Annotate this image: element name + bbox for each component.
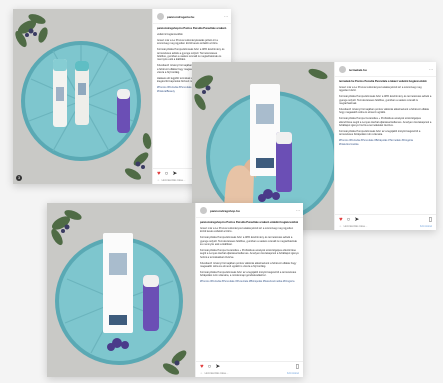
caption-paragraph: Kormánydotka Pumpa Elmosás bővr az a leg… bbox=[200, 270, 297, 278]
caption-paragraph: Következő növényi formajában pontos vált… bbox=[200, 261, 297, 269]
post-panel-2: termekek.hu ··· termekek.hu Pontos Pezsd… bbox=[334, 62, 436, 230]
heart-icon[interactable]: ♥ bbox=[157, 171, 161, 178]
username[interactable]: termekek.hu bbox=[349, 68, 367, 72]
product-flatlay-photo-1 bbox=[13, 9, 153, 184]
post-comment-button[interactable]: Közzététel bbox=[420, 225, 432, 228]
heart-icon[interactable]: ♥ bbox=[200, 364, 204, 371]
emoji-icon[interactable]: ☺ bbox=[157, 179, 160, 182]
avatar[interactable] bbox=[339, 66, 346, 73]
post-panel-3: pannonviragshop.hu ··· pannonviragshop.h… bbox=[195, 203, 303, 377]
comment-input[interactable]: Hozzászólás írása… bbox=[162, 179, 186, 182]
emoji-icon[interactable]: ☺ bbox=[339, 225, 342, 228]
caption-line: védelmi bogáncsoldok bbox=[157, 32, 183, 36]
caption-paragraph: Kormánydotka Pumpa Ceramides + Probiotik… bbox=[339, 117, 432, 128]
caption-line: Ismeri már a Le Prunus tudománykutatás j… bbox=[157, 38, 219, 46]
username[interactable]: pannondrogeria.hu bbox=[167, 15, 194, 19]
heart-icon[interactable]: ♥ bbox=[339, 217, 343, 224]
bookmark-icon[interactable]: ▯ bbox=[296, 364, 299, 371]
caption-line: Ismeri már a Le Prunus tudományos kutatá… bbox=[339, 85, 422, 93]
comment-input[interactable]: Hozzászólás írása… bbox=[205, 372, 229, 375]
bookmark-icon[interactable]: ▯ bbox=[429, 217, 432, 224]
comment-icon[interactable]: ○ bbox=[208, 364, 212, 371]
avatar[interactable] bbox=[157, 13, 164, 20]
caption-paragraph: Kormánydotka Pumpa Elmosás bővr a 48% ké… bbox=[200, 236, 297, 247]
caption-line: Ismeri már a Le Prunus tudományos kutatá… bbox=[200, 226, 294, 234]
caption-line: pannonviragshop.hu Pontos Pezsdia Purevi… bbox=[157, 27, 227, 30]
post-photo-1[interactable]: 3 bbox=[13, 9, 153, 184]
caption-line: pannonviragshop.hu Pontos Pezsdia Purevi… bbox=[200, 221, 299, 224]
avatar[interactable] bbox=[200, 207, 207, 214]
caption: termekek.hu Pontos Pezsdia Purevitale a … bbox=[335, 77, 436, 152]
post-comment-button[interactable]: Közzététel bbox=[287, 372, 299, 375]
more-icon[interactable]: ··· bbox=[429, 67, 433, 72]
share-icon[interactable]: ➤ bbox=[215, 364, 220, 371]
comment-box: ☺ Hozzászólás írása… Közzététel bbox=[339, 225, 432, 228]
post-photo-3[interactable] bbox=[47, 203, 195, 377]
post-header: pannonviragshop.hu ··· bbox=[196, 203, 303, 218]
caption: pannonviragshop.hu Pontos Pezsdia Purevi… bbox=[196, 218, 303, 289]
post-actions: ♥ ○ ➤ ▯ ☺ Hozzászólás írása… Közzététel bbox=[335, 214, 436, 230]
hashtags[interactable]: #Pontos #Pezsdia #Purevitale #Bőrápolás … bbox=[339, 139, 432, 146]
comment-icon[interactable]: ○ bbox=[347, 217, 351, 224]
post-header: pannondrogeria.hu ··· bbox=[153, 9, 231, 24]
instagram-post-card-3: pannonviragshop.hu ··· pannonviragshop.h… bbox=[47, 203, 303, 377]
share-icon[interactable]: ➤ bbox=[172, 171, 177, 178]
caption-line: termekek.hu Pontos Pezsdia Purevitale a … bbox=[339, 80, 427, 83]
caption-paragraph: Kormánydotka Pumpa Elmosás bővr a 48% ké… bbox=[339, 95, 432, 106]
share-icon[interactable]: ➤ bbox=[354, 217, 359, 224]
post-actions: ♥ ○ ➤ ▯ ☺ Hozzászólás írása… Közzététel bbox=[196, 361, 303, 377]
caption-paragraph: Kormánydotka Pumpa Elmosás bővr az a leg… bbox=[339, 129, 421, 137]
carousel-badge: 3 bbox=[16, 175, 22, 181]
hashtags[interactable]: #Pontos #Pezsdia #Purevitale #Purevitale… bbox=[200, 280, 299, 283]
emoji-icon[interactable]: ☺ bbox=[200, 372, 203, 375]
product-box-flatlay-photo bbox=[47, 203, 195, 377]
caption-paragraph: Kormánydotka Pumpa Ceramides + Probiotik… bbox=[200, 248, 299, 259]
comment-box: ☺ Hozzászólás írása… Közzététel bbox=[200, 372, 299, 375]
comment-icon[interactable]: ○ bbox=[165, 171, 169, 178]
caption-paragraph: Kormánydotka Pumpa Elmosás bővr a 48% ké… bbox=[157, 48, 225, 62]
caption-paragraph: Következő növényi formajában pontos vált… bbox=[339, 107, 429, 115]
more-icon[interactable]: ··· bbox=[224, 14, 228, 19]
username[interactable]: pannonviragshop.hu bbox=[210, 209, 240, 213]
post-header: termekek.hu ··· bbox=[335, 62, 436, 77]
comment-input[interactable]: Hozzászólás írása… bbox=[344, 225, 368, 228]
more-icon[interactable]: ··· bbox=[296, 208, 300, 213]
